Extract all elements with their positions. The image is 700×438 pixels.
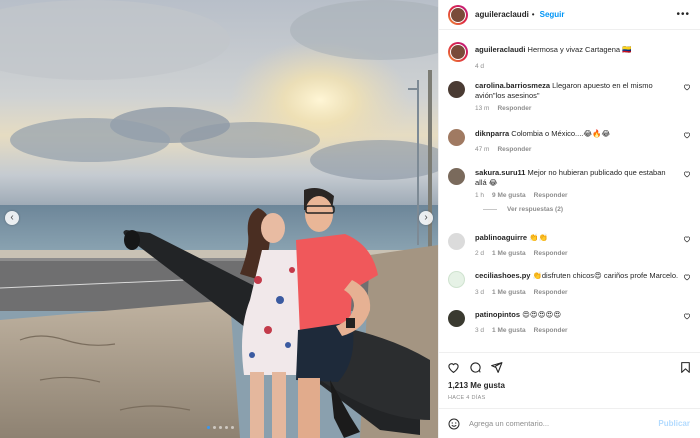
comment-text: 😍😍😍😍😍 bbox=[522, 310, 562, 319]
reply-button[interactable]: Responder bbox=[497, 146, 531, 153]
heart-icon[interactable] bbox=[447, 361, 460, 374]
follow-button[interactable]: Seguir bbox=[540, 10, 565, 19]
post-sidebar: aguileraclaudi • Seguir ••• aguileraclau… bbox=[438, 0, 700, 438]
list-item: carolina.barriosmeza Llegaron apuesto en… bbox=[448, 81, 693, 112]
comment-likes[interactable]: 1 Me gusta bbox=[492, 289, 526, 296]
comment-input[interactable] bbox=[469, 419, 639, 428]
caption-time: 4 d bbox=[475, 63, 485, 70]
caption-username[interactable]: aguileraclaudi bbox=[475, 45, 525, 54]
comment-time: 13 m bbox=[475, 105, 490, 112]
post-actions: 1,213 Me gusta HACE 4 DÍAS bbox=[439, 352, 700, 408]
comment-text: 👏👏 bbox=[529, 233, 548, 242]
more-options-icon[interactable]: ••• bbox=[676, 9, 690, 20]
comment-username[interactable]: ceciliashoes.py bbox=[475, 271, 530, 280]
photo-scene bbox=[0, 0, 438, 438]
comment-username[interactable]: sakura.suru11 bbox=[475, 168, 525, 177]
comment-username[interactable]: diknparra bbox=[475, 129, 509, 138]
reply-button[interactable]: Responder bbox=[534, 192, 568, 199]
chevron-left-icon[interactable]: ‹ bbox=[5, 211, 19, 225]
caption: aguileraclaudi Hermosa y vivaz Cartagena… bbox=[448, 42, 693, 70]
caption-text: Hermosa y vivaz Cartagena 🇨🇴 bbox=[527, 45, 632, 54]
comment-username[interactable]: pablinoaguirre bbox=[475, 233, 527, 242]
chevron-right-icon[interactable]: › bbox=[419, 211, 433, 225]
reply-button[interactable]: Responder bbox=[497, 105, 531, 112]
comment-time: 1 h bbox=[475, 192, 485, 199]
list-item: ceciliashoes.py 👏disfruten chicos😍 cariñ… bbox=[448, 271, 693, 296]
comment-time: 2 d bbox=[475, 250, 485, 257]
list-item: diknparra Colombia o México....😂🔥😂 47 m R… bbox=[448, 129, 693, 153]
avatar[interactable] bbox=[448, 168, 465, 185]
bookmark-icon[interactable] bbox=[679, 361, 692, 374]
comments-list[interactable]: aguileraclaudi Hermosa y vivaz Cartagena… bbox=[439, 31, 700, 352]
likes-count[interactable]: 1,213 Me gusta bbox=[448, 381, 505, 390]
reply-button[interactable]: Responder bbox=[534, 250, 568, 257]
avatar[interactable] bbox=[448, 4, 468, 25]
comment-likes[interactable]: 1 Me gusta bbox=[492, 250, 526, 257]
comment-likes[interactable]: 1 Me gusta bbox=[492, 327, 526, 334]
post-header: aguileraclaudi • Seguir ••• bbox=[439, 0, 700, 30]
comment-time: 3 d bbox=[475, 289, 485, 296]
reply-button[interactable]: Responder bbox=[534, 327, 568, 334]
avatar[interactable] bbox=[448, 271, 465, 288]
comment-composer: Publicar bbox=[439, 408, 700, 438]
header-username[interactable]: aguileraclaudi bbox=[475, 10, 529, 19]
view-replies-button[interactable]: Ver respuestas (2) bbox=[483, 206, 693, 213]
share-icon[interactable] bbox=[490, 361, 503, 374]
heart-icon[interactable] bbox=[683, 273, 691, 281]
comment-likes[interactable]: 9 Me gusta bbox=[492, 192, 526, 199]
post-photo[interactable]: ‹ › bbox=[0, 0, 438, 438]
comment-text: Colombia o México....😂🔥😂 bbox=[511, 129, 611, 138]
carousel-dot bbox=[225, 426, 228, 429]
post-timestamp[interactable]: HACE 4 DÍAS bbox=[448, 395, 486, 401]
heart-icon[interactable] bbox=[683, 312, 691, 320]
avatar[interactable] bbox=[448, 233, 465, 250]
emoji-icon[interactable] bbox=[448, 418, 460, 430]
carousel-dot bbox=[213, 426, 216, 429]
carousel-dot bbox=[231, 426, 234, 429]
comment-username[interactable]: carolina.barriosmeza bbox=[475, 81, 550, 90]
avatar[interactable] bbox=[448, 310, 465, 327]
list-item: patinopintos 😍😍😍😍😍 3 d 1 Me gusta Responde… bbox=[448, 310, 693, 334]
avatar[interactable] bbox=[448, 81, 465, 98]
comment-time: 47 m bbox=[475, 146, 490, 153]
heart-icon[interactable] bbox=[683, 235, 691, 243]
publish-button[interactable]: Publicar bbox=[658, 419, 690, 428]
comment-time: 3 d bbox=[475, 327, 485, 334]
comment-username[interactable]: patinopintos bbox=[475, 310, 520, 319]
comment-text: 👏disfruten chicos😍 cariños profe Marcelo… bbox=[532, 271, 679, 280]
carousel-dot bbox=[219, 426, 222, 429]
avatar[interactable] bbox=[448, 42, 468, 62]
list-item: pablinoaguirre 👏👏 2 d 1 Me gusta Responder bbox=[448, 233, 693, 257]
heart-icon[interactable] bbox=[683, 131, 691, 139]
list-item: sakura.suru11 Mejor no hubieran publicad… bbox=[448, 168, 693, 213]
carousel-dot-active bbox=[207, 426, 210, 429]
heart-icon[interactable] bbox=[683, 83, 691, 91]
comment-icon[interactable] bbox=[469, 361, 482, 374]
carousel-indicator bbox=[207, 426, 234, 429]
heart-icon[interactable] bbox=[683, 170, 691, 178]
avatar[interactable] bbox=[448, 129, 465, 146]
reply-button[interactable]: Responder bbox=[534, 289, 568, 296]
